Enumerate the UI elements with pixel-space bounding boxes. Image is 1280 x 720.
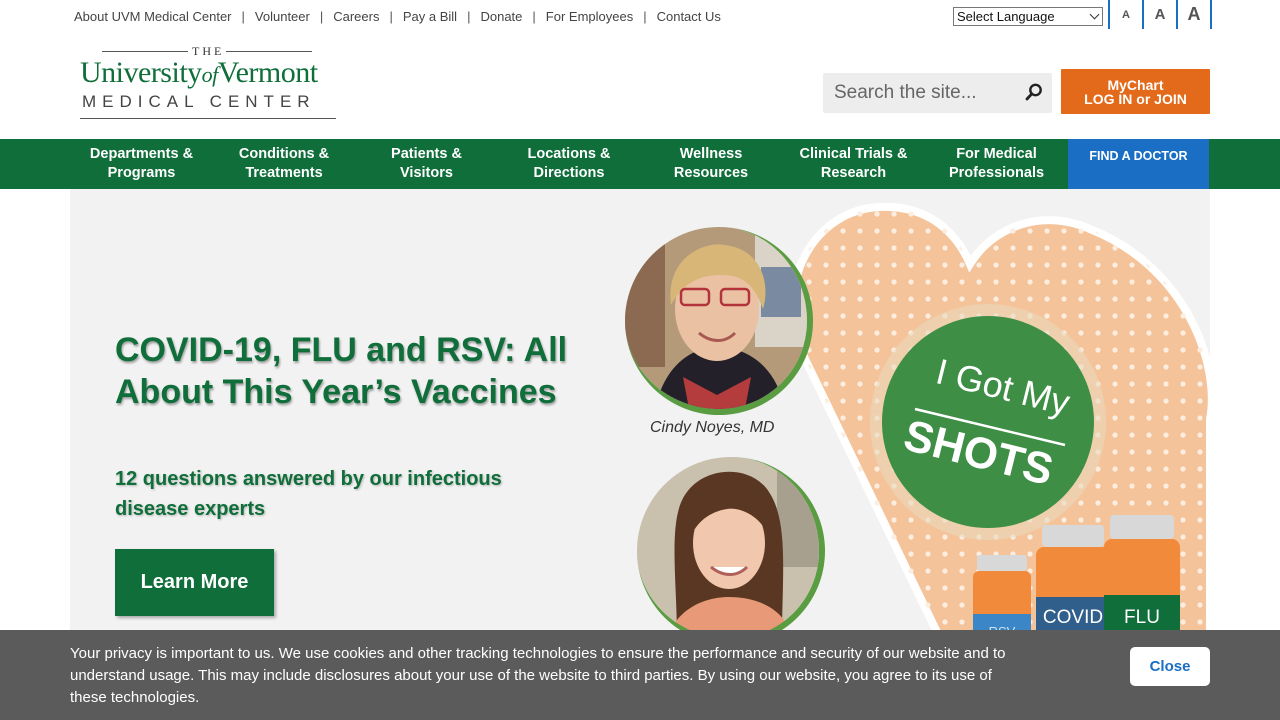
link-pay-bill[interactable]: Pay a Bill [403, 9, 457, 24]
nav-label: Visitors [400, 165, 453, 181]
link-donate[interactable]: Donate [480, 9, 522, 24]
link-about[interactable]: About UVM Medical Center [74, 9, 232, 24]
nav-item-clinical-trials[interactable]: Clinical Trials & Research [782, 139, 925, 189]
link-separator: | [467, 9, 471, 24]
nav-label: Patients & [391, 146, 462, 162]
language-select[interactable]: Select Language [953, 7, 1103, 26]
logo-of: of [201, 62, 219, 87]
mychart-sub-label: LOG IN or JOIN [1084, 91, 1187, 107]
logo-vermont: Vermont [217, 56, 318, 89]
search-input[interactable]: Search the site... [823, 73, 1052, 113]
nav-item-patients[interactable]: Patients & Visitors [355, 139, 498, 189]
logo-wordmark: UniversityofVermont [80, 56, 318, 90]
font-size-medium-button[interactable]: A [1142, 0, 1176, 29]
nav-label: Research [820, 165, 887, 181]
link-employees[interactable]: For Employees [546, 9, 633, 24]
shots-badge-icon: I Got My SHOTS [870, 304, 1106, 540]
mychart-login-button[interactable]: MyChart LOG IN or JOIN [1061, 69, 1210, 114]
nav-label: Programs [107, 165, 176, 181]
search-placeholder: Search the site... [834, 82, 977, 103]
nav-label: Professionals [948, 165, 1045, 181]
cookie-banner: Your privacy is important to us. We use … [0, 630, 1280, 720]
link-separator: | [532, 9, 536, 24]
find-a-doctor-button[interactable]: FIND A DOCTOR [1068, 139, 1209, 189]
cookie-close-button[interactable]: Close [1130, 647, 1210, 686]
cookie-message: Your privacy is important to us. We use … [70, 645, 1006, 706]
link-contact[interactable]: Contact Us [657, 9, 721, 24]
doctor-portrait-2 [637, 457, 825, 640]
hero-title: COVID-19, FLU and RSV: All About This Ye… [115, 331, 568, 411]
portrait-caption: Cindy Noyes, MD [650, 419, 775, 436]
learn-more-button[interactable]: Learn More [115, 549, 274, 616]
link-volunteer[interactable]: Volunteer [255, 9, 310, 24]
nav-item-departments[interactable]: Departments & Programs [70, 139, 213, 189]
link-separator: | [319, 9, 324, 24]
chevron-down-icon [1089, 9, 1100, 20]
nav-label: Locations & [527, 146, 611, 162]
main-nav: Departments & Programs Conditions & Treatm… [0, 139, 1280, 189]
hero-banner: I Got My SHOTS RSV COVID 19 FLU [70, 189, 1210, 640]
link-careers[interactable]: Careers [333, 9, 379, 24]
hero-subtitle: 12 questions answered by our infectious … [115, 468, 502, 520]
utility-bar: About UVM Medical Center | Volunteer | Car… [0, 0, 1280, 34]
nav-label: Resources [673, 165, 749, 181]
link-separator: | [389, 9, 393, 24]
nav-label: For Medical [956, 146, 1037, 162]
vial-label-flu: FLU [1124, 607, 1160, 628]
search-icon[interactable] [1025, 83, 1043, 101]
site-logo[interactable]: THE UniversityofVermont MEDICAL CENTER [80, 44, 340, 124]
logo-university: University [80, 56, 202, 89]
mychart-label: MyChart [1107, 77, 1164, 93]
link-separator: | [241, 9, 245, 24]
vial-label-covid: COVID [1043, 607, 1103, 628]
font-size-small-button[interactable]: A [1108, 0, 1142, 29]
nav-label: Conditions & [238, 146, 330, 162]
nav-item-medical-professionals[interactable]: For Medical Professionals [925, 139, 1068, 189]
language-select-value: Select Language [957, 9, 1055, 24]
nav-label: Wellness [679, 146, 743, 162]
nav-item-conditions[interactable]: Conditions & Treatments [213, 139, 355, 189]
logo-rule [80, 118, 336, 119]
nav-label: Directions [533, 165, 605, 181]
link-separator: | [643, 9, 647, 24]
nav-label: Treatments [245, 165, 323, 181]
logo-rule [226, 51, 312, 52]
logo-rule [102, 51, 188, 52]
doctor-portrait-cindy-noyes [625, 227, 813, 415]
font-size-large-button[interactable]: A [1176, 0, 1212, 29]
nav-label: Clinical Trials & [799, 146, 908, 162]
nav-label: Departments & [89, 146, 194, 162]
logo-medical-center: MEDICAL CENTER [82, 92, 316, 111]
utility-links: About UVM Medical Center | Volunteer | Car… [74, 9, 721, 24]
nav-item-wellness[interactable]: Wellness Resources [640, 139, 782, 189]
font-size-controls: A A A [1108, 0, 1212, 29]
nav-item-locations[interactable]: Locations & Directions [498, 139, 640, 189]
